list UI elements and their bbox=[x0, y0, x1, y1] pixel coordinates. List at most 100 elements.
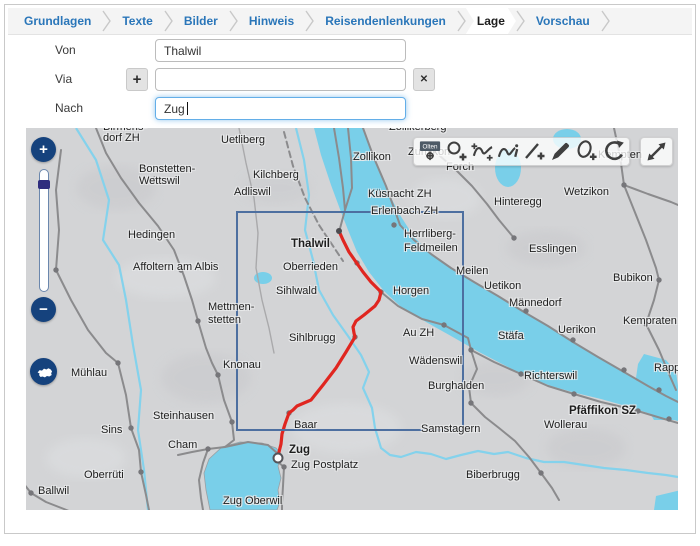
via-label: Via bbox=[55, 72, 72, 86]
zoom-slider-handle[interactable] bbox=[38, 180, 50, 189]
add-line-tool[interactable] bbox=[522, 139, 547, 164]
station-dot bbox=[511, 235, 516, 240]
map-graphics bbox=[26, 128, 678, 510]
breadcrumb-separator bbox=[516, 8, 525, 34]
zoom-out-button[interactable]: − bbox=[31, 297, 56, 322]
railway-line bbox=[26, 484, 76, 510]
breadcrumb-separator bbox=[102, 8, 111, 34]
station-dot bbox=[656, 387, 661, 392]
station-dot bbox=[391, 222, 396, 227]
place-label-tool[interactable]: Olten bbox=[418, 139, 443, 164]
railway-line bbox=[614, 128, 676, 390]
station-dot bbox=[538, 470, 543, 475]
station-dot bbox=[115, 360, 120, 365]
chevron-separator-icon bbox=[229, 9, 238, 33]
station-dot bbox=[621, 182, 626, 187]
map-toolbar-fullscreen bbox=[640, 137, 673, 166]
breadcrumb-separator bbox=[457, 8, 466, 34]
station-dot bbox=[138, 469, 143, 474]
station-dot bbox=[178, 267, 183, 272]
route-info-tool[interactable] bbox=[496, 139, 521, 164]
station-dot bbox=[621, 367, 626, 372]
via-remove-button[interactable]: ✕ bbox=[413, 68, 435, 91]
tab-grundlagen[interactable]: Grundlagen bbox=[13, 8, 102, 34]
minus-icon: − bbox=[39, 301, 48, 318]
plus-icon: + bbox=[133, 71, 142, 88]
station-dot bbox=[468, 400, 473, 405]
tab-lage[interactable]: Lage bbox=[466, 8, 516, 34]
map-canvas[interactable]: Birmens-dorf ZHUetlibergZollikerbergBons… bbox=[26, 128, 678, 510]
station-dot bbox=[195, 318, 200, 323]
breadcrumb-separator bbox=[164, 8, 173, 34]
terrain-shading bbox=[116, 258, 216, 298]
station-dot bbox=[152, 176, 157, 181]
station-dot bbox=[523, 308, 528, 313]
route-info-tool-icon bbox=[496, 139, 521, 164]
small-lake bbox=[654, 490, 678, 510]
railway-line bbox=[624, 185, 678, 205]
chevron-separator-icon bbox=[601, 9, 610, 33]
chevron-separator-icon bbox=[516, 9, 525, 33]
station-dot bbox=[53, 267, 58, 272]
chevron-separator-icon bbox=[102, 9, 111, 33]
add-area-tool-icon bbox=[574, 139, 599, 164]
map-toolbar: Olten bbox=[413, 137, 630, 166]
station-dot bbox=[205, 446, 210, 451]
fullscreen-tool[interactable] bbox=[644, 139, 669, 164]
station-dot bbox=[643, 321, 648, 326]
zoom-in-button[interactable]: + bbox=[31, 137, 56, 162]
station-dot bbox=[666, 416, 671, 421]
tab-vorschau[interactable]: Vorschau bbox=[525, 8, 601, 34]
lake-zug bbox=[204, 442, 282, 510]
station-dot bbox=[570, 337, 575, 342]
breadcrumb-separator bbox=[601, 8, 610, 34]
swiss-overview-button[interactable] bbox=[30, 358, 57, 385]
terrain-shading bbox=[76, 166, 156, 210]
svg-text:Olten: Olten bbox=[423, 144, 438, 151]
via-input[interactable] bbox=[155, 68, 406, 91]
add-point-tool[interactable] bbox=[444, 139, 469, 164]
breadcrumb-separator bbox=[305, 8, 314, 34]
nach-input[interactable] bbox=[155, 97, 406, 120]
edit-tool[interactable] bbox=[548, 139, 573, 164]
editor-panel: Grundlagen Texte Bilder Hinweis Reisendenlen… bbox=[4, 4, 696, 534]
swiss-flag-icon bbox=[33, 361, 55, 383]
chevron-separator-icon bbox=[457, 9, 466, 33]
tab-bilder[interactable]: Bilder bbox=[173, 8, 229, 34]
station-dot bbox=[441, 322, 446, 327]
place-label-tool-icon: Olten bbox=[418, 139, 443, 164]
station-dot bbox=[635, 408, 640, 413]
edit-tool-icon bbox=[548, 139, 573, 164]
von-label: Von bbox=[55, 43, 76, 57]
station-dot bbox=[518, 371, 523, 376]
station-dot bbox=[281, 464, 286, 469]
refresh-tool-icon bbox=[600, 139, 625, 164]
chevron-separator-icon bbox=[305, 9, 314, 33]
add-area-tool[interactable] bbox=[574, 139, 599, 164]
station-dot bbox=[215, 372, 220, 377]
station-dot bbox=[456, 269, 461, 274]
breadcrumb-separator bbox=[229, 8, 238, 34]
via-add-button[interactable]: + bbox=[126, 68, 148, 91]
plus-icon: + bbox=[39, 141, 48, 158]
station-dot bbox=[128, 425, 133, 430]
route-end-marker bbox=[274, 454, 283, 463]
railway-line bbox=[239, 128, 274, 353]
von-input[interactable] bbox=[155, 39, 406, 62]
refresh-tool[interactable] bbox=[600, 139, 625, 164]
tab-texte[interactable]: Texte bbox=[111, 8, 163, 34]
station-dot bbox=[571, 391, 576, 396]
terrain-shading bbox=[46, 438, 126, 478]
add-line-tool-icon bbox=[522, 139, 547, 164]
tab-hinweis[interactable]: Hinweis bbox=[238, 8, 305, 34]
station-dot bbox=[468, 347, 473, 352]
station-dot bbox=[229, 419, 234, 424]
add-route-tool-icon bbox=[470, 139, 495, 164]
add-route-tool[interactable] bbox=[470, 139, 495, 164]
tab-reisendenlenkungen[interactable]: Reisendenlenkungen bbox=[314, 8, 457, 34]
breadcrumb: Grundlagen Texte Bilder Hinweis Reisendenlen… bbox=[8, 8, 692, 35]
nach-label: Nach bbox=[55, 101, 83, 115]
chevron-separator-icon bbox=[164, 9, 173, 33]
terrain-shading bbox=[291, 403, 401, 453]
close-icon: ✕ bbox=[420, 74, 428, 85]
